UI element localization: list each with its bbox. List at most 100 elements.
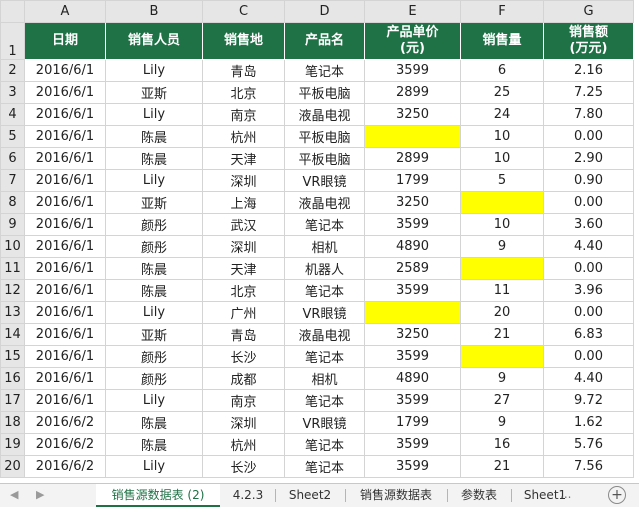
cell[interactable]: 2016/6/1 <box>24 323 106 346</box>
cell[interactable]: 1799 <box>364 169 461 192</box>
cell[interactable]: 笔记本 <box>284 213 365 236</box>
cell[interactable]: 陈晨 <box>105 279 203 302</box>
cell[interactable]: 长沙 <box>202 345 285 368</box>
cell[interactable]: 颜彤 <box>105 367 203 390</box>
cell[interactable]: Lily <box>105 59 203 82</box>
cell[interactable]: 10 <box>460 125 544 148</box>
row-header[interactable]: 16 <box>0 367 25 390</box>
cell[interactable]: 7.80 <box>543 103 634 126</box>
cell[interactable]: 3599 <box>364 455 461 478</box>
cell[interactable]: 2016/6/1 <box>24 389 106 412</box>
column-header[interactable]: E <box>364 0 461 23</box>
header-cell[interactable]: 日期 <box>24 22 106 60</box>
row-header[interactable]: 3 <box>0 81 25 104</box>
cell[interactable]: 2016/6/1 <box>24 103 106 126</box>
cell[interactable]: 2.16 <box>543 59 634 82</box>
cell[interactable]: 3599 <box>364 59 461 82</box>
sheet-tab[interactable]: 4.2.3 <box>222 484 274 507</box>
column-header[interactable]: D <box>284 0 365 23</box>
row-header[interactable]: 14 <box>0 323 25 346</box>
cell[interactable]: 2016/6/2 <box>24 411 106 434</box>
header-cell[interactable]: 销售地 <box>202 22 285 60</box>
cell[interactable]: 2016/6/1 <box>24 301 106 324</box>
row-header[interactable]: 8 <box>0 191 25 214</box>
cell[interactable]: 天津 <box>202 257 285 280</box>
cell[interactable]: 广州 <box>202 301 285 324</box>
cell[interactable]: 2016/6/1 <box>24 59 106 82</box>
cell[interactable]: 0.00 <box>543 257 634 280</box>
cell[interactable]: 7.25 <box>543 81 634 104</box>
row-header[interactable]: 18 <box>0 411 25 434</box>
cell[interactable]: 笔记本 <box>284 345 365 368</box>
cell[interactable]: 2016/6/1 <box>24 345 106 368</box>
cell[interactable]: 2016/6/1 <box>24 169 106 192</box>
cell[interactable]: 液晶电视 <box>284 103 365 126</box>
cell[interactable]: Lily <box>105 455 203 478</box>
cell[interactable] <box>364 301 461 324</box>
cell[interactable]: 3599 <box>364 433 461 456</box>
cell[interactable]: 2016/6/1 <box>24 191 106 214</box>
column-header[interactable]: B <box>105 0 203 23</box>
cell[interactable]: 6.83 <box>543 323 634 346</box>
cell[interactable]: 深圳 <box>202 235 285 258</box>
cell[interactable]: 平板电脑 <box>284 81 365 104</box>
cell[interactable]: 颜彤 <box>105 345 203 368</box>
cell[interactable]: 0.00 <box>543 301 634 324</box>
header-cell[interactable]: 产品单价 (元) <box>364 22 461 60</box>
cell[interactable]: 5 <box>460 169 544 192</box>
cell[interactable]: 上海 <box>202 191 285 214</box>
cell[interactable]: 3250 <box>364 191 461 214</box>
row-header[interactable]: 5 <box>0 125 25 148</box>
more-tabs-icon[interactable]: ... <box>560 487 571 501</box>
cell[interactable]: 青岛 <box>202 323 285 346</box>
header-cell[interactable]: 产品名 <box>284 22 365 60</box>
row-header[interactable]: 20 <box>0 455 25 478</box>
column-header[interactable]: F <box>460 0 544 23</box>
cell[interactable] <box>364 125 461 148</box>
cell[interactable]: 杭州 <box>202 433 285 456</box>
cell[interactable]: 北京 <box>202 279 285 302</box>
cell[interactable]: 陈晨 <box>105 147 203 170</box>
select-all-corner[interactable] <box>0 0 25 23</box>
row-header[interactable]: 6 <box>0 147 25 170</box>
cell[interactable]: 杭州 <box>202 125 285 148</box>
cell[interactable]: 2016/6/1 <box>24 279 106 302</box>
cell[interactable]: 3.60 <box>543 213 634 236</box>
cell[interactable]: 2899 <box>364 81 461 104</box>
cell[interactable]: 0.90 <box>543 169 634 192</box>
cell[interactable]: 天津 <box>202 147 285 170</box>
cell[interactable]: 笔记本 <box>284 455 365 478</box>
cell[interactable]: 16 <box>460 433 544 456</box>
cell[interactable]: 青岛 <box>202 59 285 82</box>
cell[interactable] <box>460 191 544 214</box>
sheet-tab[interactable]: 销售源数据表 <box>346 484 446 507</box>
cell[interactable]: 平板电脑 <box>284 125 365 148</box>
cell[interactable]: 陈晨 <box>105 125 203 148</box>
header-cell[interactable]: 销售额 (万元) <box>543 22 634 60</box>
row-header[interactable]: 9 <box>0 213 25 236</box>
cell[interactable]: 9 <box>460 367 544 390</box>
column-header[interactable]: G <box>543 0 634 23</box>
cell[interactable]: 笔记本 <box>284 279 365 302</box>
cell[interactable]: 2016/6/1 <box>24 257 106 280</box>
cell[interactable]: 0.00 <box>543 345 634 368</box>
row-header[interactable]: 2 <box>0 59 25 82</box>
cell[interactable]: 0.00 <box>543 191 634 214</box>
sheet-tab[interactable]: 销售源数据表 (2) <box>96 484 220 507</box>
cell[interactable]: 北京 <box>202 81 285 104</box>
cell[interactable]: 10 <box>460 147 544 170</box>
cell[interactable]: 9.72 <box>543 389 634 412</box>
cell[interactable]: 颜彤 <box>105 235 203 258</box>
cell[interactable]: Lily <box>105 301 203 324</box>
cell[interactable]: VR眼镜 <box>284 411 365 434</box>
cell[interactable]: 2016/6/1 <box>24 367 106 390</box>
cell[interactable]: 27 <box>460 389 544 412</box>
cell[interactable]: 24 <box>460 103 544 126</box>
cell[interactable]: 笔记本 <box>284 59 365 82</box>
cell[interactable]: 相机 <box>284 235 365 258</box>
cell[interactable]: 2016/6/2 <box>24 455 106 478</box>
cell[interactable]: 3599 <box>364 213 461 236</box>
column-header[interactable]: C <box>202 0 285 23</box>
cell[interactable]: 2.90 <box>543 147 634 170</box>
cell[interactable]: 长沙 <box>202 455 285 478</box>
